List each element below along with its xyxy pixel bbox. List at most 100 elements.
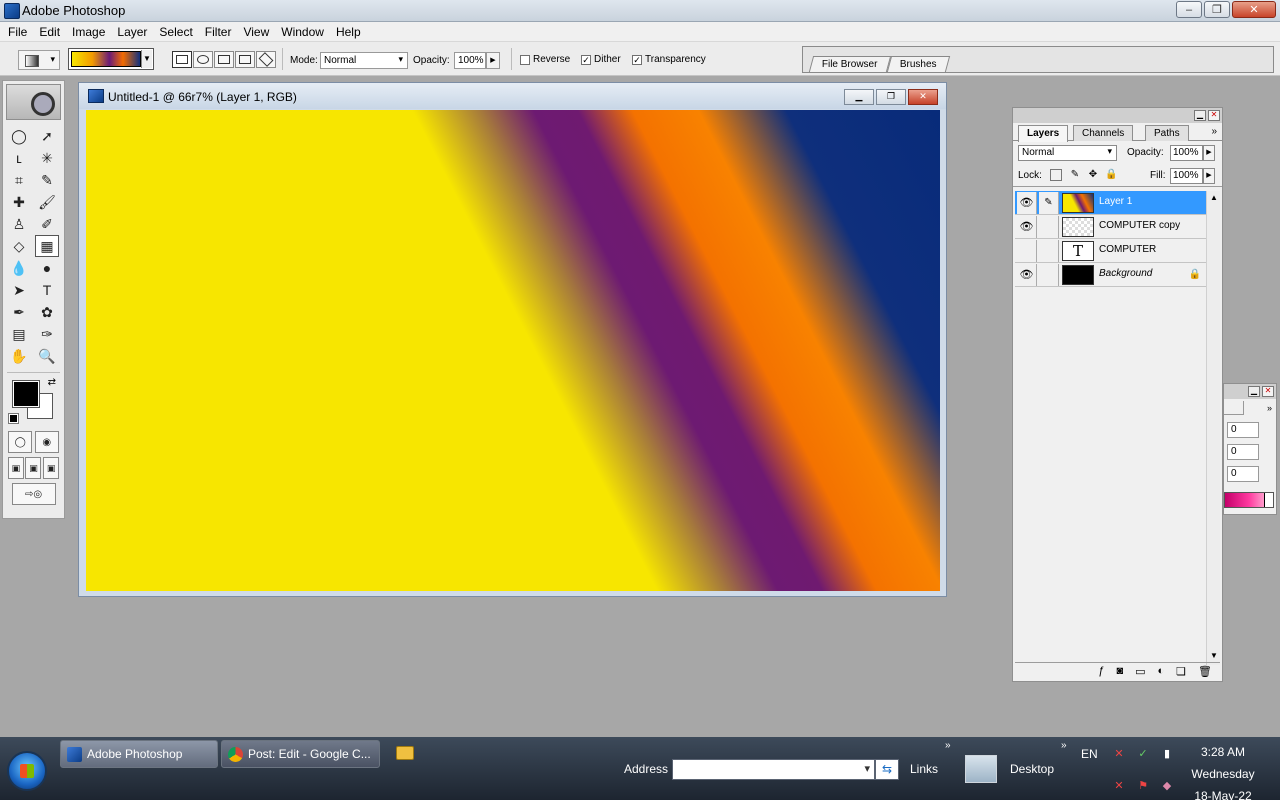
history-brush-icon[interactable]: ✐ xyxy=(35,213,59,235)
color-panel-topbar[interactable]: ▁ ✕ xyxy=(1224,384,1276,399)
link-cell[interactable] xyxy=(1039,240,1059,262)
layers-close-button[interactable]: ✕ xyxy=(1208,110,1220,121)
color-panel-menu-icon[interactable]: » xyxy=(1267,403,1272,413)
transparency-checkbox[interactable]: ✓ Transparency xyxy=(632,54,706,65)
slice-icon[interactable]: ✎ xyxy=(35,169,59,191)
brush-icon[interactable]: 🖌 xyxy=(35,191,59,213)
menu-window[interactable]: Window xyxy=(275,25,330,39)
custom-shape-icon[interactable]: ✿ xyxy=(35,301,59,323)
signal-icon[interactable]: ▮ xyxy=(1160,747,1174,761)
language-indicator[interactable]: EN xyxy=(1081,747,1098,761)
gradient-icon[interactable]: ▦ xyxy=(35,235,59,257)
tab-file-browser[interactable]: File Browser xyxy=(808,56,891,72)
reverse-checkbox[interactable]: Reverse xyxy=(520,54,570,65)
foreground-color-swatch[interactable] xyxy=(12,380,40,408)
paintbrush-icon[interactable]: ✎ xyxy=(1039,192,1059,214)
standard-mode-button[interactable]: ◯ xyxy=(8,431,33,453)
tab-brushes[interactable]: Brushes xyxy=(886,56,950,72)
gradient-dropdown-arrow[interactable]: ▼ xyxy=(141,50,152,68)
jump-to-imageready-button[interactable]: ⇨◎ xyxy=(11,483,56,505)
app-tray-icon[interactable]: ◆ xyxy=(1160,779,1174,793)
eye-icon[interactable]: 👁 xyxy=(1017,192,1037,214)
menu-image[interactable]: Image xyxy=(66,25,111,39)
tool-preset-picker[interactable] xyxy=(18,50,60,70)
default-colors-icon[interactable] xyxy=(8,413,19,424)
scroll-up-icon[interactable]: ▲ xyxy=(1208,193,1220,205)
gradient-picker[interactable]: ▼ xyxy=(68,48,154,70)
layers-panel-topbar[interactable]: ▁ ✕ xyxy=(1013,108,1222,123)
type-icon[interactable]: T xyxy=(35,279,59,301)
folder-icon[interactable] xyxy=(396,746,414,760)
eyedropper-icon[interactable]: ✑ xyxy=(35,323,59,345)
dither-checkbox[interactable]: ✓ Dither xyxy=(581,54,621,65)
address-input[interactable] xyxy=(672,759,875,780)
angle-gradient-button[interactable] xyxy=(214,51,234,68)
dither-box[interactable]: ✓ xyxy=(581,54,591,65)
canvas[interactable] xyxy=(86,110,940,591)
blend-mode-select[interactable]: Normal xyxy=(1018,145,1117,161)
color-ramp[interactable] xyxy=(1224,492,1274,508)
pen-icon[interactable]: ✒ xyxy=(7,301,31,323)
desktop-label[interactable]: Desktop xyxy=(1010,762,1054,776)
opacity-input[interactable]: 100% xyxy=(454,52,486,69)
taskbar-chrome[interactable]: Post: Edit - Google C... xyxy=(221,740,380,768)
tab-layers[interactable]: Layers xyxy=(1018,125,1069,142)
document-titlebar[interactable]: Untitled-1 @ 66r7% (Layer 1, RGB) ▁ ❐ ✕ xyxy=(79,83,946,109)
tab-paths[interactable]: Paths xyxy=(1145,125,1189,141)
new-group-icon[interactable]: ▭ xyxy=(1135,665,1145,678)
healing-brush-icon[interactable]: ✚ xyxy=(7,191,31,213)
desktop-chevron[interactable]: » xyxy=(1061,740,1067,751)
eraser-icon[interactable]: ◇ xyxy=(7,235,31,257)
clock[interactable]: 3:28 AM Wednesday 18-May-22 xyxy=(1185,741,1261,800)
eye-icon[interactable]: 👁 xyxy=(1017,216,1037,238)
color-close-button[interactable]: ✕ xyxy=(1262,386,1274,397)
clone-stamp-icon[interactable]: ♙ xyxy=(7,213,31,235)
lock-brush-icon[interactable]: ✎ xyxy=(1069,169,1081,181)
toolbox-header[interactable] xyxy=(6,84,61,120)
blur-icon[interactable]: 💧 xyxy=(7,257,31,279)
document-minimize-button[interactable]: ▁ xyxy=(844,89,874,105)
transparency-box[interactable]: ✓ xyxy=(632,54,642,65)
volume-icon[interactable]: ✕ xyxy=(1112,779,1126,793)
menu-filter[interactable]: Filter xyxy=(199,25,238,39)
layer-row-background[interactable]: 👁 Background 🔒 xyxy=(1015,263,1207,287)
marquee-icon[interactable]: ◯ xyxy=(7,125,31,147)
move-icon[interactable]: ➚ xyxy=(35,125,59,147)
layer-row-computer[interactable]: T COMPUTER xyxy=(1015,239,1207,263)
lock-move-icon[interactable]: ✥ xyxy=(1087,169,1099,181)
new-layer-icon[interactable]: ❏ xyxy=(1176,665,1186,678)
menu-layer[interactable]: Layer xyxy=(111,25,153,39)
color-value-input[interactable]: 0 xyxy=(1227,422,1259,438)
links-label[interactable]: Links xyxy=(910,762,938,776)
layer-mask-icon[interactable]: ◙ xyxy=(1116,665,1123,677)
magic-wand-icon[interactable]: ✳ xyxy=(35,147,59,169)
standard-screen-button[interactable]: ▣ xyxy=(7,457,24,479)
restore-button[interactable]: ❐ xyxy=(1204,1,1230,18)
reverse-box[interactable] xyxy=(520,54,530,65)
zoom-icon[interactable]: 🔍 xyxy=(35,345,59,367)
color-value-input[interactable]: 0 xyxy=(1227,466,1259,482)
gradient-swatch[interactable] xyxy=(71,51,141,67)
fill-arrow[interactable]: ▶ xyxy=(1203,168,1215,184)
quick-mask-button[interactable]: ◉ xyxy=(34,431,59,453)
desktop-icon[interactable] xyxy=(965,755,997,783)
links-chevron[interactable]: » xyxy=(945,740,951,751)
taskbar-photoshop[interactable]: Adobe Photoshop xyxy=(60,740,218,768)
layer-row-layer-1[interactable]: 👁 ✎ Layer 1 xyxy=(1015,191,1207,215)
document-restore-button[interactable]: ❐ xyxy=(876,89,906,105)
menu-view[interactable]: View xyxy=(237,25,275,39)
menu-file[interactable]: File xyxy=(2,25,33,39)
trash-icon[interactable]: 🗑 xyxy=(1198,665,1212,678)
hand-icon[interactable]: ✋ xyxy=(7,345,31,367)
go-icon[interactable]: ⇆ xyxy=(875,759,899,780)
layer-row-computer-copy[interactable]: 👁 COMPUTER copy xyxy=(1015,215,1207,239)
panel-menu-icon[interactable]: » xyxy=(1211,126,1217,137)
color-panel-tab[interactable] xyxy=(1224,401,1244,415)
color-minimize-button[interactable]: ▁ xyxy=(1248,386,1260,397)
minimize-button[interactable]: – xyxy=(1176,1,1202,18)
eye-icon[interactable]: 👁 xyxy=(1017,264,1037,286)
notes-icon[interactable]: ▤ xyxy=(7,323,31,345)
close-button[interactable]: ✕ xyxy=(1232,1,1276,18)
lock-transparency-icon[interactable] xyxy=(1050,169,1062,181)
menu-select[interactable]: Select xyxy=(153,25,198,39)
